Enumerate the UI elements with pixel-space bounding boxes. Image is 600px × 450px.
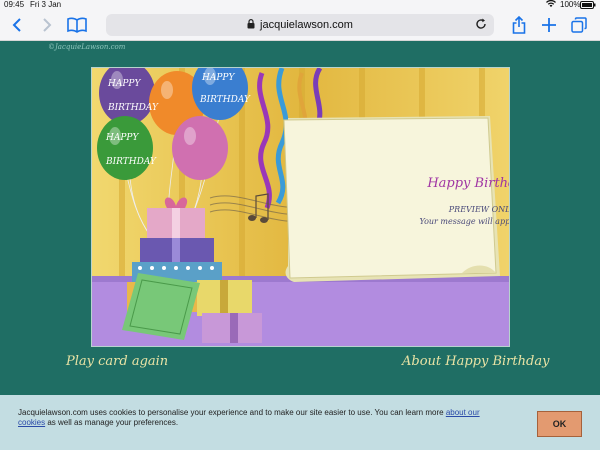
chevron-left-icon bbox=[12, 18, 21, 32]
back-button[interactable] bbox=[6, 15, 28, 35]
cookie-message: Jacquielawson.com uses cookies to person… bbox=[18, 408, 488, 428]
cookie-text-after: as well as manage your preferences. bbox=[47, 418, 179, 427]
balloon-text-4: BIRTHDAY bbox=[199, 95, 251, 105]
preview-label: PREVIEW ONLY bbox=[448, 205, 510, 214]
balloon-text-6: BIRTHDAY bbox=[105, 157, 157, 167]
forward-button[interactable] bbox=[36, 15, 58, 35]
cookie-text: Jacquielawson.com uses cookies to person… bbox=[18, 408, 444, 417]
tabs-icon bbox=[571, 17, 587, 33]
new-tab-button[interactable] bbox=[538, 15, 560, 35]
balloon-text-5: HAPPY bbox=[105, 133, 139, 143]
copyright-text: ©JacquieLawson.com bbox=[48, 43, 126, 51]
plus-icon bbox=[542, 18, 556, 32]
card-greeting: Happy Birthday! bbox=[427, 176, 509, 191]
url-text: jacquielawson.com bbox=[260, 19, 353, 31]
chevron-right-icon bbox=[43, 18, 52, 32]
web-page: ©JacquieLawson.com HAPPY BIRTHDAY HAPPY … bbox=[0, 41, 600, 450]
share-button[interactable] bbox=[508, 15, 530, 35]
about-card-link[interactable]: About Happy Birthday bbox=[402, 354, 549, 369]
tabs-button[interactable] bbox=[568, 15, 590, 35]
balloon-text-1: HAPPY bbox=[107, 79, 141, 89]
lock-icon bbox=[247, 18, 255, 32]
balloon-text-2: BIRTHDAY bbox=[107, 103, 159, 113]
message-placeholder: Your message will appear here bbox=[419, 217, 510, 226]
status-bar: 09:45 Fri 3 Jan 100% bbox=[0, 0, 600, 10]
browser-toolbar: jacquielawson.com bbox=[0, 10, 600, 41]
status-date: Fri 3 Jan bbox=[30, 0, 62, 9]
cookie-ok-button[interactable]: OK bbox=[537, 411, 582, 437]
address-bar[interactable]: jacquielawson.com bbox=[106, 14, 494, 36]
status-time: 09:45 bbox=[4, 0, 25, 9]
share-icon bbox=[512, 16, 526, 34]
bookmarks-button[interactable] bbox=[66, 15, 88, 35]
balloon-text-3: HAPPY bbox=[201, 73, 235, 83]
reload-icon[interactable] bbox=[474, 17, 488, 34]
ecard-preview[interactable]: HAPPY BIRTHDAY HAPPY BIRTHDAY HAPPY BIRT… bbox=[91, 67, 510, 347]
status-battery: 100% bbox=[560, 0, 581, 9]
book-icon bbox=[67, 17, 87, 33]
cookie-banner: Jacquielawson.com uses cookies to person… bbox=[0, 395, 600, 450]
play-again-link[interactable]: Play card again bbox=[66, 354, 168, 369]
